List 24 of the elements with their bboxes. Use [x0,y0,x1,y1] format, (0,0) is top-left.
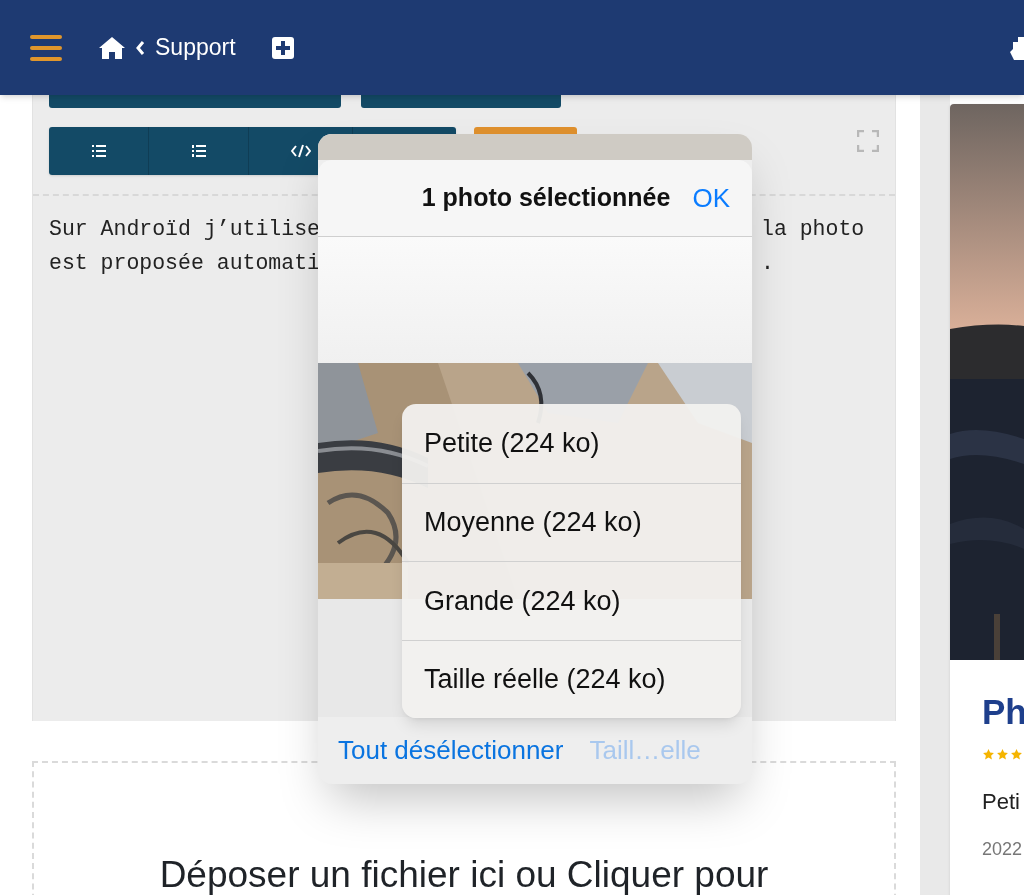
card-text: Peti [982,788,1021,816]
editor-text: la photo [761,216,866,243]
card-date: 2022 [982,838,1024,861]
star-icon [1010,748,1023,761]
numbered-list-icon [191,145,206,157]
menu-icon[interactable] [30,34,62,61]
size-option[interactable]: Taille réelle (224 ko) [402,639,741,718]
editor-text: est proposée automati [49,250,321,277]
plus-square-icon[interactable] [271,36,294,59]
code-icon [290,144,311,158]
star-icon [996,748,1009,761]
editor-text: . [761,250,775,277]
home-icon[interactable] [98,35,126,60]
size-option[interactable]: Moyenne (224 ko) [402,482,741,561]
editor-text: Sur Androïd j’utilise [49,216,321,243]
chevron-left-icon [136,40,145,55]
bullet-list-icon [91,145,106,157]
picker-title: 1 photo sélectionnée [421,182,671,214]
back-link[interactable]: Support [136,30,236,65]
size-option[interactable]: Petite (224 ko) [402,404,741,483]
star-icon [982,748,995,761]
ok-button[interactable]: OK [692,178,730,218]
size-option[interactable]: Grande (224 ko) [402,561,741,640]
dropzone-text: Déposer un fichier ici ou Cliquer pour [159,853,769,895]
